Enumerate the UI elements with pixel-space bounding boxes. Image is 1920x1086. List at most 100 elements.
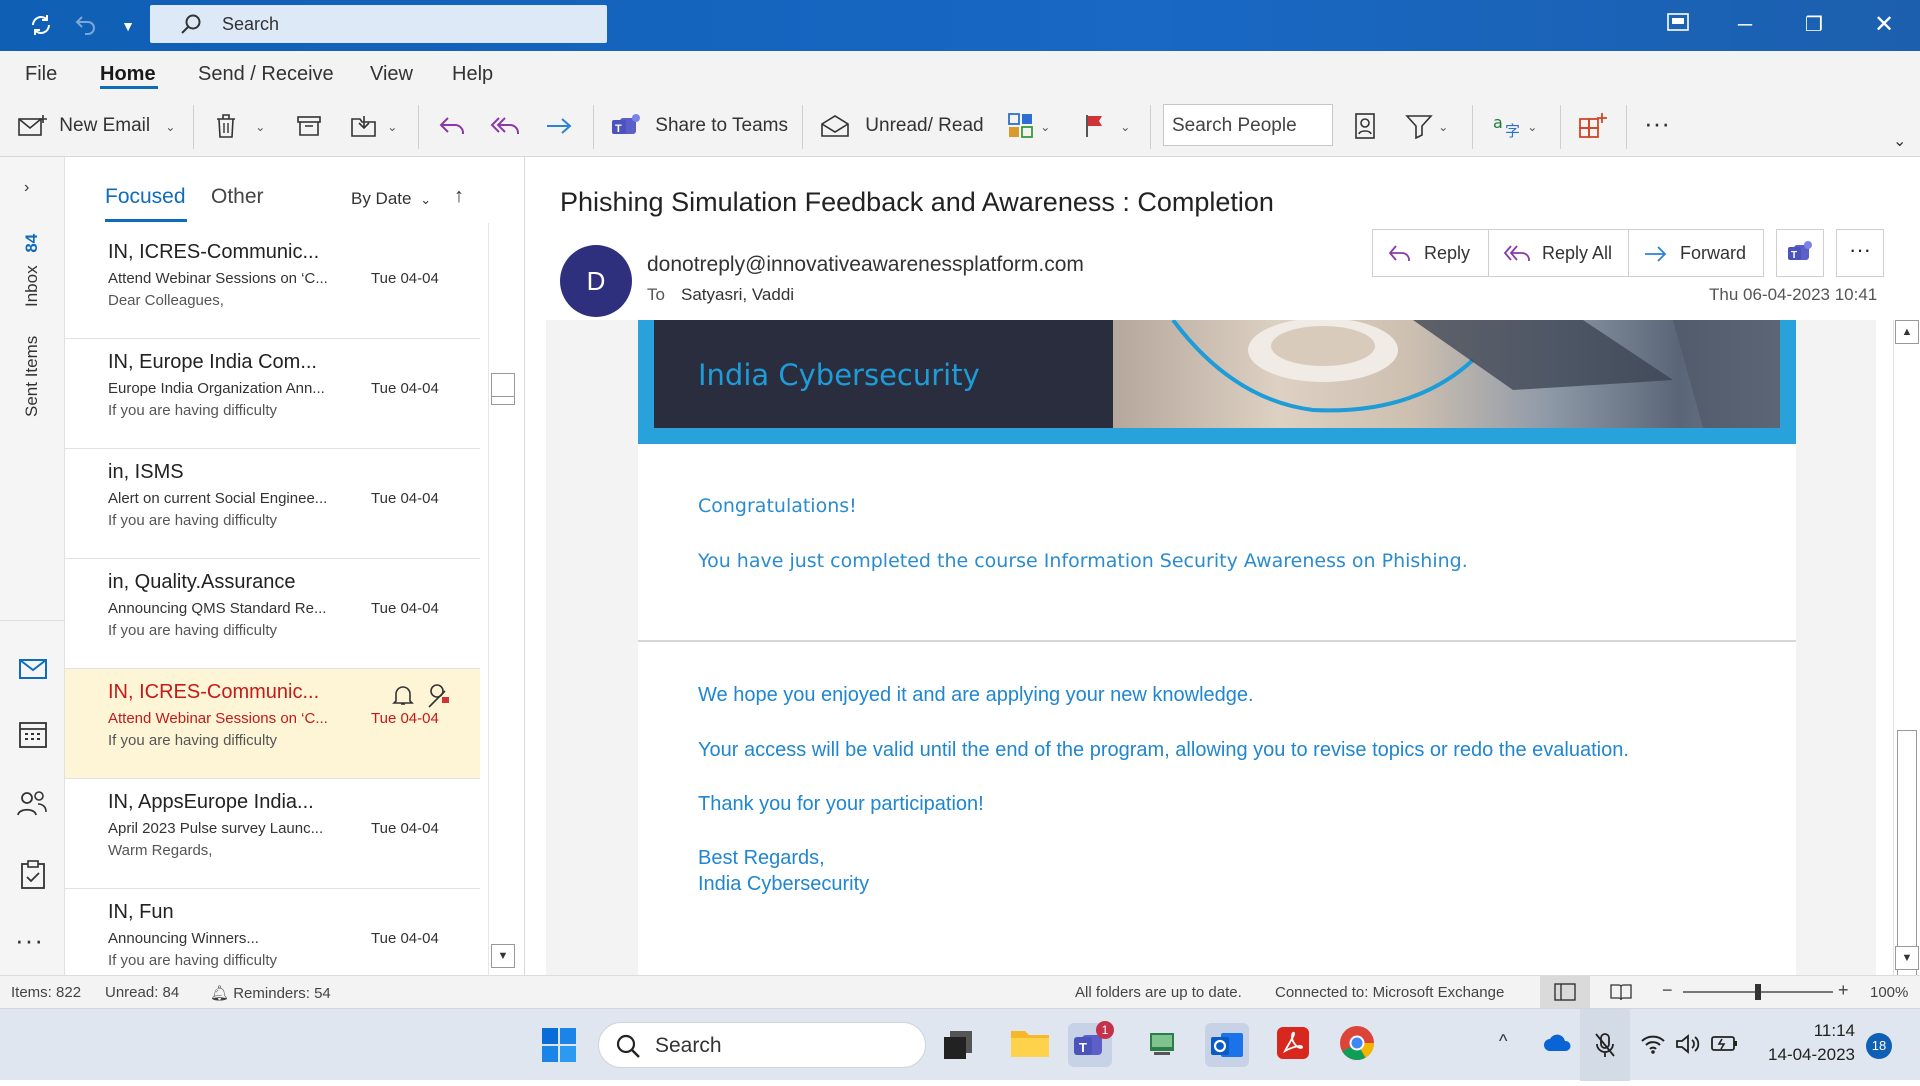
- notification-count-badge[interactable]: 18: [1866, 1033, 1892, 1059]
- sent-items-folder[interactable]: Sent Items: [22, 336, 42, 417]
- tab-other[interactable]: Other: [211, 185, 264, 209]
- sync-icon[interactable]: [27, 12, 55, 40]
- categorize-button[interactable]: ⌄: [1007, 109, 1050, 143]
- reply-ribbon-button[interactable]: [438, 109, 468, 143]
- address-book-button[interactable]: [1353, 109, 1377, 143]
- scroll-down-icon[interactable]: ▼: [491, 944, 515, 968]
- chevron-down-icon[interactable]: ⌄: [165, 120, 175, 134]
- volume-icon[interactable]: [1674, 1033, 1700, 1060]
- minimize-button[interactable]: ─: [1725, 8, 1765, 42]
- inbox-folder[interactable]: Inbox 84: [22, 234, 42, 307]
- delete-button[interactable]: ⌄: [214, 109, 265, 143]
- filter-email-button[interactable]: ⌄: [1405, 109, 1448, 143]
- search-people-input[interactable]: Search People: [1163, 104, 1333, 146]
- tab-focused[interactable]: Focused: [105, 185, 186, 209]
- list-item[interactable]: IN, Europe India Com... Europe India Org…: [65, 339, 480, 449]
- app-icon[interactable]: [1142, 1023, 1186, 1067]
- zoom-in-icon[interactable]: +: [1838, 980, 1849, 1001]
- chevron-down-icon[interactable]: ⌄: [1438, 120, 1448, 134]
- message-preview: If you are having difficulty: [108, 732, 277, 749]
- archive-button[interactable]: [296, 109, 322, 143]
- chevron-down-icon[interactable]: ⌄: [387, 120, 397, 134]
- list-scrollbar[interactable]: ▲ ▼: [488, 223, 518, 975]
- sender-address[interactable]: donotreply@innovativeawarenessplatform.c…: [647, 253, 1084, 277]
- forward-button[interactable]: Forward: [1629, 230, 1765, 276]
- zoom-out-icon[interactable]: −: [1662, 980, 1673, 1001]
- translate-button[interactable]: a字 ⌄: [1492, 109, 1537, 143]
- reading-view-icon[interactable]: [1610, 982, 1632, 1006]
- unread-read-button[interactable]: Unread/ Read: [820, 109, 984, 143]
- forward-ribbon-button[interactable]: [544, 109, 574, 143]
- more-apps-icon[interactable]: ···: [15, 925, 44, 956]
- acrobat-icon[interactable]: [1273, 1023, 1317, 1067]
- list-item-selected[interactable]: IN, ICRES-Communic... Attend Webinar Ses…: [65, 669, 480, 779]
- clock-time[interactable]: 11:14: [1800, 1021, 1855, 1041]
- undo-icon[interactable]: [72, 12, 100, 40]
- task-view-icon[interactable]: [938, 1023, 982, 1067]
- menu-help[interactable]: Help: [452, 63, 493, 86]
- list-item[interactable]: IN, ICRES-Communic... Attend Webinar Ses…: [65, 229, 480, 339]
- clock-date[interactable]: 14-04-2023: [1762, 1045, 1855, 1065]
- zoom-slider[interactable]: [1683, 984, 1833, 1000]
- more-actions-icon[interactable]: ···: [1836, 229, 1884, 277]
- reply-all-ribbon-button[interactable]: [490, 109, 524, 143]
- chevron-down-icon[interactable]: ⌄: [1120, 120, 1130, 134]
- reading-scrollbar[interactable]: ▲ ▼: [1893, 320, 1920, 1050]
- close-button[interactable]: ✕: [1864, 8, 1904, 42]
- battery-icon[interactable]: [1710, 1033, 1738, 1058]
- scrollbar-thumb[interactable]: [491, 373, 515, 397]
- list-item[interactable]: IN, AppsEurope India... April 2023 Pulse…: [65, 779, 480, 889]
- recipient[interactable]: Satyasri, Vaddi: [681, 285, 794, 305]
- reply-button[interactable]: Reply: [1373, 230, 1489, 276]
- menu-file[interactable]: File: [25, 63, 57, 86]
- scroll-down-icon[interactable]: ▼: [1895, 946, 1919, 970]
- calendar-icon[interactable]: [18, 719, 48, 754]
- restore-button[interactable]: ❐: [1794, 8, 1834, 42]
- search-box[interactable]: Search: [150, 5, 607, 43]
- normal-view-button[interactable]: [1540, 976, 1590, 1008]
- onedrive-icon[interactable]: [1543, 1033, 1573, 1058]
- reply-all-button[interactable]: Reply All: [1489, 230, 1629, 276]
- ribbon-display-icon[interactable]: [1658, 8, 1698, 42]
- menu-home[interactable]: Home: [100, 63, 156, 86]
- reminder-bell-icon[interactable]: [391, 683, 415, 712]
- chevron-down-icon[interactable]: ⌄: [1040, 120, 1050, 134]
- flag-button[interactable]: ⌄: [1083, 109, 1130, 143]
- share-to-teams-button[interactable]: T Share to Teams: [610, 109, 788, 143]
- wifi-icon[interactable]: [1640, 1033, 1666, 1060]
- zoom-slider-thumb[interactable]: [1755, 984, 1761, 1000]
- expand-folders-icon[interactable]: ›: [24, 179, 29, 197]
- outlook-taskbar-icon[interactable]: [1205, 1023, 1249, 1067]
- taskbar-search[interactable]: Search: [598, 1022, 926, 1068]
- windows-start-icon[interactable]: [537, 1023, 581, 1067]
- quick-access-dropdown-icon[interactable]: ▼: [114, 12, 142, 40]
- menu-send-receive[interactable]: Send / Receive: [198, 63, 334, 86]
- zoom-level[interactable]: 100%: [1870, 984, 1908, 1001]
- mail-icon[interactable]: [18, 657, 48, 686]
- menu-view[interactable]: View: [370, 63, 413, 86]
- sort-direction-arrow-icon[interactable]: ↑: [454, 185, 464, 208]
- teams-share-button[interactable]: T: [1776, 229, 1824, 277]
- list-item[interactable]: in, Quality.Assurance Announcing QMS Sta…: [65, 559, 480, 669]
- new-email-button[interactable]: New Email ⌄: [18, 109, 175, 143]
- sort-by-date-button[interactable]: By Date ⌄: [351, 189, 431, 209]
- list-item[interactable]: in, ISMS Alert on current Social Enginee…: [65, 449, 480, 559]
- scroll-up-icon[interactable]: ▲: [1895, 320, 1919, 344]
- ribbon-collapse-icon[interactable]: ⌄: [1893, 125, 1906, 159]
- chevron-down-icon[interactable]: ⌄: [1527, 120, 1537, 134]
- move-button[interactable]: ⌄: [350, 109, 397, 143]
- flag-icon[interactable]: [425, 683, 451, 714]
- ribbon-separator: [1626, 105, 1627, 149]
- file-explorer-icon[interactable]: [1008, 1023, 1052, 1067]
- chrome-icon[interactable]: [1337, 1023, 1381, 1067]
- chevron-down-icon[interactable]: ⌄: [255, 120, 265, 134]
- microphone-muted-button[interactable]: [1580, 1009, 1630, 1081]
- more-options-icon[interactable]: ···: [1644, 109, 1670, 143]
- reminders-count[interactable]: 🔔︎ Reminders: 54: [210, 984, 331, 1002]
- show-hidden-icons-chevron-icon[interactable]: ^: [1499, 1031, 1507, 1052]
- people-icon[interactable]: [16, 789, 48, 822]
- tasks-icon[interactable]: [20, 860, 46, 895]
- avatar[interactable]: D: [560, 245, 632, 317]
- teams-taskbar-icon[interactable]: T 1: [1068, 1021, 1114, 1067]
- get-add-ins-button[interactable]: [1578, 109, 1608, 143]
